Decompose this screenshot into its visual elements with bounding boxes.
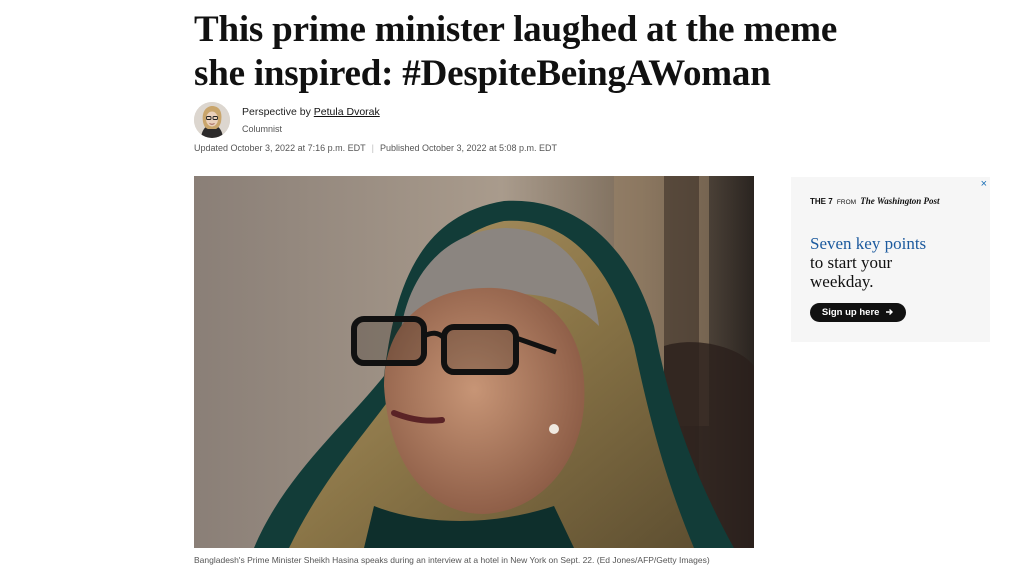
byline: Perspective by Petula Dvorak Columnist xyxy=(194,102,754,142)
author-avatar[interactable] xyxy=(194,102,230,138)
ad-headline-line-2: weekday. xyxy=(810,272,874,291)
published-date: Published October 3, 2022 at 5:08 p.m. E… xyxy=(379,143,558,153)
byline-prefix: Perspective by xyxy=(242,106,311,118)
author-role: Columnist xyxy=(242,124,283,134)
ad-headline-line-1: to start your xyxy=(810,253,893,272)
date-divider: | xyxy=(371,143,374,153)
byline-text: Perspective by Petula Dvorak xyxy=(242,106,380,118)
article-photo xyxy=(194,176,754,548)
sign-up-label: Sign up here xyxy=(821,307,880,318)
newsletter-ad[interactable]: × THE 7 FROM The Washington Post Seven k… xyxy=(791,177,990,342)
photo-caption: Bangladesh's Prime Minister Sheikh Hasin… xyxy=(194,555,710,565)
article-headline: This prime minister laughed at the meme … xyxy=(194,9,838,94)
ad-headline: Seven key points to start your weekday. xyxy=(810,234,980,291)
author-link[interactable]: Petula Dvorak xyxy=(314,106,380,118)
close-icon[interactable]: × xyxy=(981,178,987,190)
updated-date: Updated October 3, 2022 at 7:16 p.m. EDT xyxy=(194,143,366,153)
article-dates: Updated October 3, 2022 at 7:16 p.m. EDT… xyxy=(194,143,557,153)
sign-up-button[interactable]: Sign up here xyxy=(810,303,906,322)
ad-brand-from: FROM xyxy=(836,199,857,206)
arrow-right-icon xyxy=(886,303,894,322)
ad-brand: THE 7 FROM The Washington Post xyxy=(810,196,939,206)
ad-headline-blue: Seven key points xyxy=(810,234,927,253)
ad-brand-name: THE 7 xyxy=(810,197,833,206)
washington-post-logo: The Washington Post xyxy=(860,196,940,206)
